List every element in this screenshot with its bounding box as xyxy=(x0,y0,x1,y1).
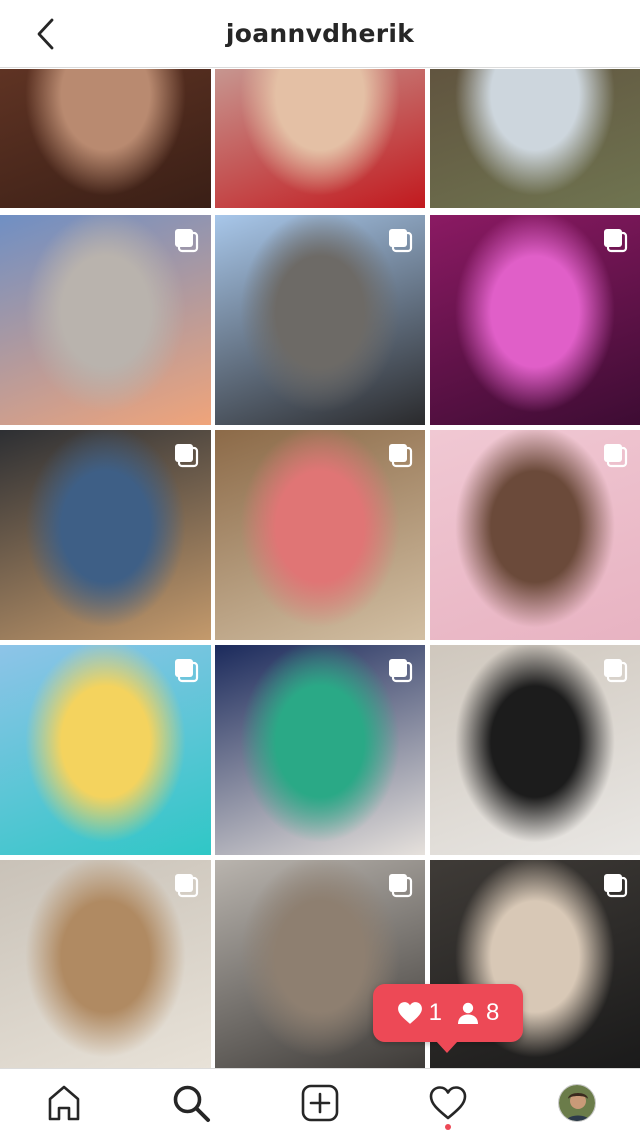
back-button[interactable] xyxy=(28,17,62,51)
post-swing-ocean[interactable] xyxy=(0,645,211,855)
post-pink-hoodie-couple[interactable] xyxy=(430,430,640,640)
multiple-photos-icon xyxy=(175,444,199,468)
post-honey-top[interactable] xyxy=(0,69,211,208)
person-filled-icon xyxy=(458,1002,478,1024)
home-icon xyxy=(48,1085,80,1121)
post-grid xyxy=(0,69,640,1068)
post-sunset-beach[interactable] xyxy=(0,215,211,425)
multiple-photos-icon xyxy=(175,229,199,253)
post-blazer-parking[interactable] xyxy=(215,215,425,425)
profile-avatar xyxy=(558,1084,596,1122)
post-runway-collage[interactable] xyxy=(215,645,425,855)
activity-icon xyxy=(429,1086,467,1120)
followers-count: 8 xyxy=(486,999,500,1026)
post-studio-skirt[interactable] xyxy=(430,645,640,855)
search-icon xyxy=(173,1085,210,1122)
post-tree-outfit[interactable] xyxy=(430,69,640,208)
new-post-icon xyxy=(301,1084,339,1122)
multiple-photos-icon xyxy=(604,659,628,683)
multiple-photos-icon xyxy=(175,659,199,683)
top-bar: joannvdherik xyxy=(0,0,640,68)
multiple-photos-icon xyxy=(389,874,413,898)
multiple-photos-icon xyxy=(604,229,628,253)
tab-search[interactable] xyxy=(169,1081,213,1125)
post-knit-vest[interactable] xyxy=(0,860,211,1068)
multiple-photos-icon xyxy=(604,874,628,898)
multiple-photos-icon xyxy=(389,444,413,468)
multiple-photos-icon xyxy=(604,444,628,468)
bottom-tab-bar xyxy=(0,1068,640,1138)
post-car-selfie[interactable] xyxy=(0,430,211,640)
tab-new-post[interactable] xyxy=(298,1081,342,1125)
activity-badge-dot xyxy=(445,1124,451,1130)
likes-count: 1 xyxy=(428,999,442,1026)
post-red-lingerie[interactable] xyxy=(215,69,425,208)
tab-profile[interactable] xyxy=(555,1081,599,1125)
multiple-photos-icon xyxy=(389,229,413,253)
activity-notification-bubble[interactable]: 1 8 xyxy=(373,984,523,1053)
chevron-left-icon xyxy=(37,18,54,50)
tab-home[interactable] xyxy=(42,1081,86,1125)
post-mirror-closet[interactable] xyxy=(215,430,425,640)
profile-username: joannvdherik xyxy=(225,19,415,48)
multiple-photos-icon xyxy=(389,659,413,683)
tab-activity[interactable] xyxy=(426,1081,470,1125)
post-pink-light-duo[interactable] xyxy=(430,215,640,425)
heart-filled-icon xyxy=(397,1002,422,1024)
multiple-photos-icon xyxy=(175,874,199,898)
